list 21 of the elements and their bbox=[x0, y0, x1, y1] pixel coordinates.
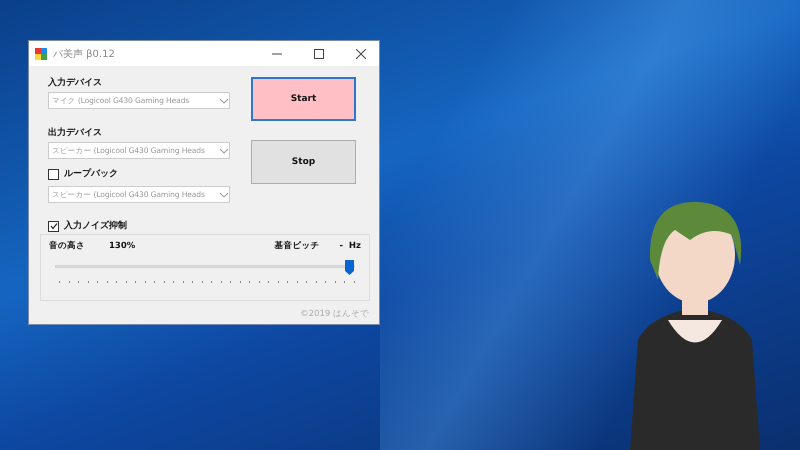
pitch-label: 音の高さ bbox=[49, 240, 85, 252]
field-label: 入力デバイス bbox=[48, 77, 103, 89]
maximize-icon[interactable] bbox=[314, 48, 324, 58]
app-icon bbox=[35, 48, 47, 60]
start-button[interactable]: Start bbox=[251, 77, 356, 121]
window-title: バ美声 β0.12 bbox=[53, 48, 116, 60]
slider-thumb[interactable] bbox=[345, 260, 354, 275]
chevron-icon bbox=[219, 192, 229, 198]
stop-button[interactable]: Stop bbox=[251, 140, 356, 184]
pitch-reading: 130% bbox=[109, 241, 136, 251]
chevron-icon bbox=[219, 148, 229, 154]
close-icon[interactable] bbox=[356, 48, 366, 58]
checkbox-label: 入力ノイズ抑制 bbox=[64, 220, 127, 232]
chevron-icon bbox=[219, 98, 229, 104]
base-pitch-reading: - Hz bbox=[339, 241, 361, 251]
checkbox[interactable] bbox=[48, 168, 59, 180]
checkbox-label: ループバック bbox=[64, 168, 118, 180]
base-pitch-label: 基音ピッチ bbox=[274, 240, 320, 252]
field-label: 出力デバイス bbox=[48, 127, 103, 139]
checkbox[interactable] bbox=[48, 220, 59, 232]
copyright-text: ©2019 はんそで bbox=[300, 308, 369, 320]
